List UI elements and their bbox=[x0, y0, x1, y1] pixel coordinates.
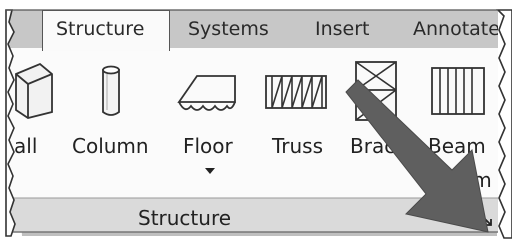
ribbon-screenshot: Structure Systems Insert Annotate all Co… bbox=[0, 0, 512, 244]
pointer-arrow-icon bbox=[345, 79, 489, 233]
